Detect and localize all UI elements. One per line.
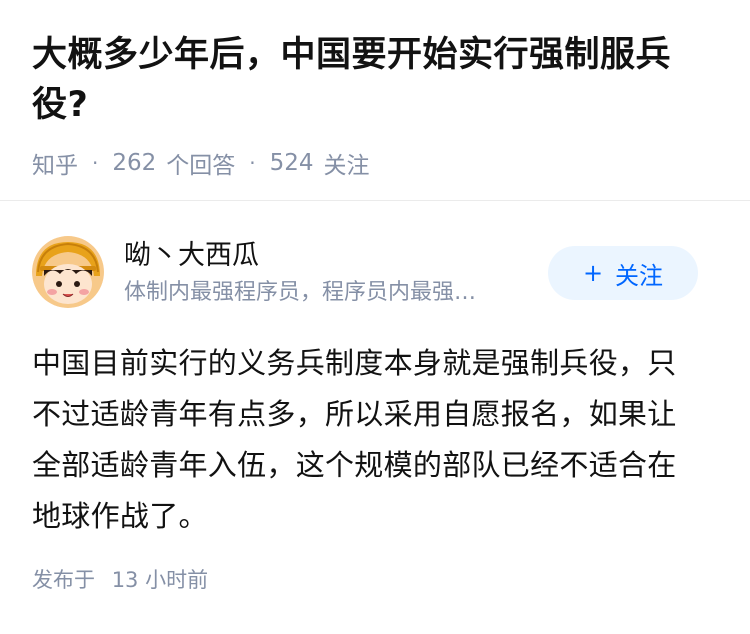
avatar[interactable] xyxy=(32,236,104,308)
follow-button-label: 关注 xyxy=(615,261,664,290)
cartoon-girl-avatar-icon xyxy=(32,236,104,308)
plus-icon: + xyxy=(582,259,604,287)
author-row: 呦丶大西瓜 体制内最强程序员，程序员内最强… + 关注 xyxy=(32,234,718,310)
author-bio: 体制内最强程序员，程序员内最强… xyxy=(124,280,477,305)
author-name[interactable]: 呦丶大西瓜 xyxy=(124,238,259,274)
published-label: 发布于 xyxy=(32,568,95,592)
published-time: 发布于 13 小时前 xyxy=(32,564,208,594)
question-title[interactable]: 大概多少年后，中国要开始实行强制服兵役? xyxy=(32,30,718,130)
follower-count-label: 关注 xyxy=(323,153,370,179)
question-meta: 知乎 · 262 个回答 · 524 关注 xyxy=(32,146,718,180)
follow-button[interactable]: + 关注 xyxy=(548,246,698,300)
answer-page: 大概多少年后，中国要开始实行强制服兵役? 知乎 · 262 个回答 · 524 … xyxy=(0,0,750,634)
meta-separator-dot: · xyxy=(92,151,99,175)
answer-count-label: 个回答 xyxy=(166,153,236,179)
answer-count: 262 xyxy=(112,150,157,176)
published-time-value: 13 小时前 xyxy=(111,568,209,592)
question-header: 大概多少年后，中国要开始实行强制服兵役? 知乎 · 262 个回答 · 524 … xyxy=(0,0,750,179)
meta-separator-dot: · xyxy=(249,151,256,175)
follower-count: 524 xyxy=(269,150,314,176)
source-label[interactable]: 知乎 xyxy=(32,146,78,180)
section-divider xyxy=(0,200,750,201)
answer-content[interactable]: 中国目前实行的义务兵制度本身就是强制兵役，只不过适龄青年有点多，所以采用自愿报名… xyxy=(32,338,702,542)
